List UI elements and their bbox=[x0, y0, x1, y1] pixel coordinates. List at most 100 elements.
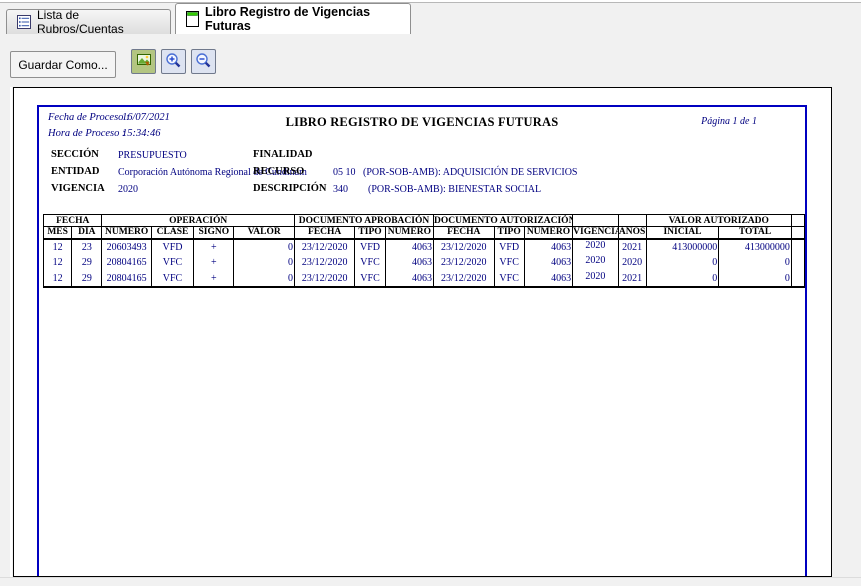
descripcion-label: DESCRIPCIÓN bbox=[253, 183, 327, 194]
table-cell: 20804165 bbox=[102, 255, 151, 271]
table-cell: 12 bbox=[44, 239, 72, 255]
table-cell bbox=[791, 271, 804, 287]
table-sub-header-row: MESDÍANÚMEROCLASESIGNOVALORFECHATIPONÚME… bbox=[44, 227, 805, 239]
report-title: LIBRO REGISTRO DE VIGENCIAS FUTURAS bbox=[39, 115, 805, 130]
save-as-button[interactable]: Guardar Como... bbox=[10, 51, 116, 78]
table-cell: + bbox=[194, 271, 234, 287]
table-row: 122320603493VFD+023/12/2020VFD406323/12/… bbox=[44, 239, 805, 255]
splitter[interactable] bbox=[10, 87, 12, 577]
table-cell: 413000000 bbox=[719, 239, 792, 255]
table-group-header: DOCUMENTO APROBACIÓN bbox=[294, 215, 433, 227]
save-image-icon bbox=[136, 52, 152, 71]
table-cell: 29 bbox=[72, 255, 102, 271]
table-cell: 2021 bbox=[618, 271, 646, 287]
zoom-out-button[interactable] bbox=[191, 49, 216, 74]
table-column-header: NÚMERO bbox=[524, 227, 572, 239]
table-group-header bbox=[573, 215, 618, 227]
table-cell: 23/12/2020 bbox=[294, 271, 354, 287]
tab-label: Lista de Rubros/Cuentas bbox=[37, 8, 160, 36]
descripcion-desc: (POR-SOB-AMB): BIENESTAR SOCIAL bbox=[368, 184, 541, 195]
table-cell: 12 bbox=[44, 271, 72, 287]
table-cell: 0 bbox=[234, 255, 294, 271]
table-cell: VFD bbox=[151, 239, 193, 255]
tab-libro-registro-vigencias-futuras[interactable]: Libro Registro de Vigencias Futuras bbox=[175, 3, 411, 34]
recurso-label: RECURSO bbox=[253, 166, 304, 177]
table-cell: 413000000 bbox=[646, 239, 719, 255]
table-cell: + bbox=[194, 239, 234, 255]
recurso-code: 05 10 bbox=[333, 167, 356, 178]
table-column-header: FECHA bbox=[294, 227, 354, 239]
report-table: FECHAOPERACIÓNDOCUMENTO APROBACIÓNDOCUME… bbox=[43, 214, 805, 288]
report-viewer-panel: Fecha de Proceso : 16/07/2021 Hora de Pr… bbox=[13, 87, 832, 577]
table-cell: 2020 bbox=[573, 239, 618, 255]
table-group-header: DOCUMENTO AUTORIZACIÓN bbox=[434, 215, 573, 227]
table-column-header bbox=[791, 227, 804, 239]
table-cell: 0 bbox=[234, 239, 294, 255]
table-cell: VFC bbox=[355, 255, 385, 271]
table-column-header: TOTAL bbox=[719, 227, 792, 239]
table-row: 122920804165VFC+023/12/2020VFC406323/12/… bbox=[44, 271, 805, 287]
export-image-button[interactable] bbox=[131, 49, 156, 74]
table-cell bbox=[791, 239, 804, 255]
table-cell: 0 bbox=[719, 271, 792, 287]
table-head: FECHAOPERACIÓNDOCUMENTO APROBACIÓNDOCUME… bbox=[44, 215, 805, 239]
table-cell: 4063 bbox=[524, 239, 572, 255]
table-cell: 20804165 bbox=[102, 271, 151, 287]
vigencia-value: 2020 bbox=[118, 184, 138, 195]
table-column-header: AÑOS bbox=[618, 227, 646, 239]
table-cell: VFC bbox=[494, 255, 524, 271]
table-group-header: VALOR AUTORIZADO bbox=[646, 215, 791, 227]
table-cell: VFC bbox=[151, 271, 193, 287]
table-group-header-row: FECHAOPERACIÓNDOCUMENTO APROBACIÓNDOCUME… bbox=[44, 215, 805, 227]
zoom-in-icon bbox=[165, 52, 182, 72]
table-cell: 0 bbox=[719, 255, 792, 271]
table-cell: 23 bbox=[72, 239, 102, 255]
list-icon bbox=[17, 15, 31, 29]
tab-lista-rubros-cuentas[interactable]: Lista de Rubros/Cuentas bbox=[6, 9, 171, 34]
zoom-out-icon bbox=[195, 52, 212, 72]
tab-label: Libro Registro de Vigencias Futuras bbox=[205, 5, 400, 33]
table-group-header bbox=[618, 215, 646, 227]
table-cell: 4063 bbox=[524, 271, 572, 287]
table-cell: VFD bbox=[494, 239, 524, 255]
table-cell: 23/12/2020 bbox=[294, 255, 354, 271]
table-column-header: SIGNO bbox=[194, 227, 234, 239]
table-cell: VFC bbox=[494, 271, 524, 287]
table-column-header: VALOR bbox=[234, 227, 294, 239]
table-cell: 4063 bbox=[385, 271, 433, 287]
table-cell: 23/12/2020 bbox=[434, 239, 494, 255]
finalidad-label: FINALIDAD bbox=[253, 149, 313, 160]
table-column-header: INICIAL bbox=[646, 227, 719, 239]
table-cell: 2021 bbox=[618, 239, 646, 255]
report-page: Fecha de Proceso : 16/07/2021 Hora de Pr… bbox=[37, 105, 807, 577]
table-cell: 23/12/2020 bbox=[434, 255, 494, 271]
table-cell: 29 bbox=[72, 271, 102, 287]
bottom-strip bbox=[0, 577, 861, 586]
table-cell bbox=[791, 255, 804, 271]
seccion-label: SECCIÓN bbox=[51, 149, 99, 160]
report-icon bbox=[186, 11, 199, 27]
table-column-header: FECHA bbox=[434, 227, 494, 239]
table-cell: 4063 bbox=[524, 255, 572, 271]
tab-bar: Lista de Rubros/Cuentas Libro Registro d… bbox=[0, 3, 861, 34]
entidad-label: ENTIDAD bbox=[51, 166, 99, 177]
table-column-header: TIPO bbox=[355, 227, 385, 239]
table-cell: VFD bbox=[355, 239, 385, 255]
table-cell: VFC bbox=[151, 255, 193, 271]
table-column-header: VIGENCIA bbox=[573, 227, 618, 239]
table-row: 122920804165VFC+023/12/2020VFC406323/12/… bbox=[44, 255, 805, 271]
zoom-in-button[interactable] bbox=[161, 49, 186, 74]
table-body: 122320603493VFD+023/12/2020VFD406323/12/… bbox=[44, 239, 805, 287]
table-cell: 4063 bbox=[385, 239, 433, 255]
page-indicator: Página 1 de 1 bbox=[701, 116, 757, 127]
table-column-header: DÍA bbox=[72, 227, 102, 239]
recurso-desc: (POR-SOB-AMB): ADQUISICIÓN DE SERVICIOS bbox=[363, 167, 578, 178]
seccion-value: PRESUPUESTO bbox=[118, 150, 187, 161]
table-cell: 0 bbox=[234, 271, 294, 287]
table-group-header: FECHA bbox=[44, 215, 102, 227]
table-cell: 12 bbox=[44, 255, 72, 271]
table-cell: 0 bbox=[646, 255, 719, 271]
table-cell: 20603493 bbox=[102, 239, 151, 255]
table-column-header: CLASE bbox=[151, 227, 193, 239]
table-column-header: TIPO bbox=[494, 227, 524, 239]
